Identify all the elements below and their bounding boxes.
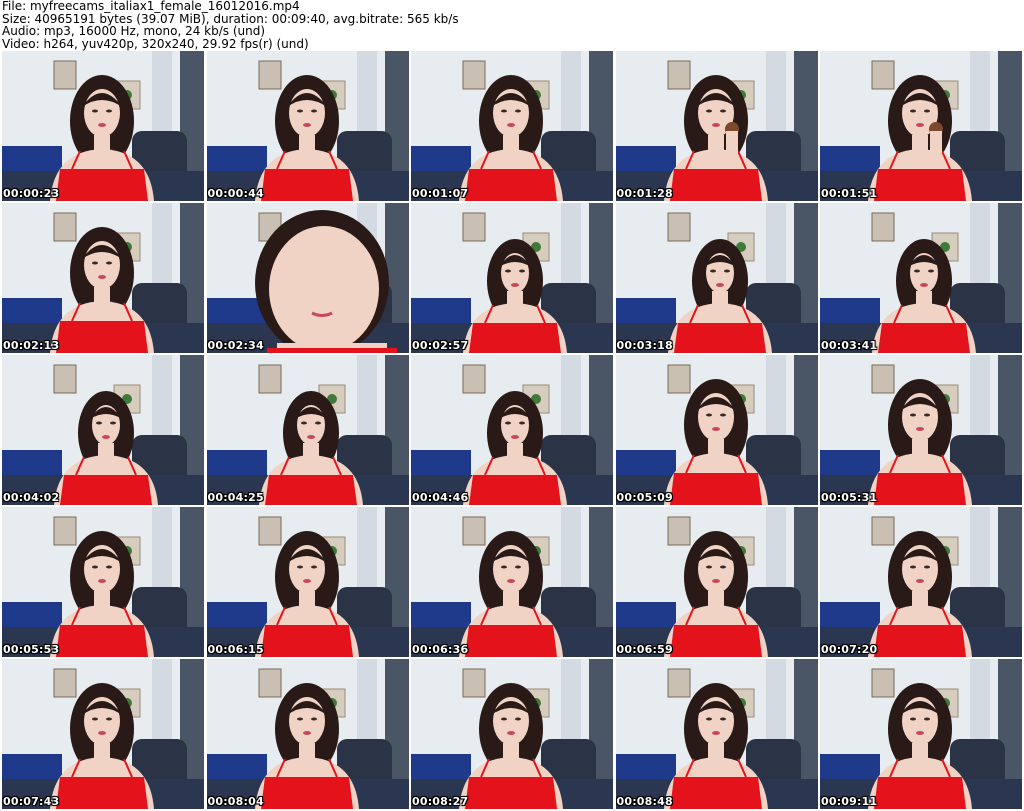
- thumbnail-frame-image: [206, 203, 409, 353]
- thumbnail-timestamp: 00:03:18: [616, 339, 673, 352]
- thumbnail-timestamp: 00:06:15: [207, 643, 264, 656]
- thumbnail-timestamp: 00:02:57: [412, 339, 469, 352]
- thumbnail-frame-image: [411, 51, 613, 201]
- thumbnail-timestamp: 00:01:51: [821, 187, 878, 200]
- thumbnail-frame-image: [411, 203, 613, 353]
- thumbnail-timestamp: 00:04:46: [412, 491, 469, 504]
- file-info-header: File: myfreecams_italiax1_female_1601201…: [2, 0, 1022, 50]
- thumbnail-timestamp: 00:00:23: [3, 187, 60, 200]
- video-thumbnail: 00:02:13: [2, 203, 204, 353]
- thumbnail-timestamp: 00:06:36: [412, 643, 469, 656]
- thumbnail-timestamp: 00:04:02: [3, 491, 60, 504]
- thumbnail-frame-image: [2, 659, 204, 809]
- video-thumbnail: 00:09:11: [820, 659, 1022, 809]
- thumbnail-frame-image: [2, 355, 204, 505]
- video-thumbnail: 00:03:41: [820, 203, 1022, 353]
- thumbnail-frame-image: [411, 507, 613, 657]
- thumbnail-timestamp: 00:07:20: [821, 643, 878, 656]
- thumbnail-frame-image: [615, 355, 818, 505]
- thumbnail-timestamp: 00:05:31: [821, 491, 878, 504]
- thumbnail-timestamp: 00:05:53: [3, 643, 60, 656]
- thumbnail-timestamp: 00:07:43: [3, 795, 60, 808]
- video-info-line: Video: h264, yuv420p, 320x240, 29.92 fps…: [2, 36, 309, 51]
- thumbnail-frame-image: [820, 51, 1022, 201]
- thumbnail-frame-image: [2, 507, 204, 657]
- thumbnail-timestamp: 00:08:48: [616, 795, 673, 808]
- video-thumbnail: 00:05:09: [615, 355, 818, 505]
- file-name-line: File: myfreecams_italiax1_female_1601201…: [2, 0, 300, 13]
- video-thumbnail: 00:04:25: [206, 355, 409, 505]
- thumbnail-timestamp: 00:04:25: [207, 491, 264, 504]
- thumbnail-frame-image: [2, 203, 204, 353]
- thumbnail-frame-image: [820, 355, 1022, 505]
- thumbnail-grid: 00:00:23 00:00:44 00:01:07 00:01:28 00:01:51…: [2, 51, 1022, 809]
- thumbnail-frame-image: [206, 659, 409, 809]
- video-thumbnail: 00:01:51: [820, 51, 1022, 201]
- thumbnail-frame-image: [2, 51, 204, 201]
- video-thumbnail: 00:05:31: [820, 355, 1022, 505]
- thumbnail-frame-image: [206, 355, 409, 505]
- thumbnail-timestamp: 00:02:34: [207, 339, 264, 352]
- video-thumbnail: 00:06:36: [411, 507, 613, 657]
- thumbnail-frame-image: [615, 507, 818, 657]
- video-thumbnail: 00:06:15: [206, 507, 409, 657]
- thumbnail-frame-image: [411, 355, 613, 505]
- thumbnail-frame-image: [411, 659, 613, 809]
- video-thumbnail: 00:08:04: [206, 659, 409, 809]
- thumbnail-timestamp: 00:08:04: [207, 795, 264, 808]
- thumbnail-frame-image: [820, 203, 1022, 353]
- thumbnail-timestamp: 00:09:11: [821, 795, 878, 808]
- video-thumbnail: 00:01:07: [411, 51, 613, 201]
- thumbnail-frame-image: [206, 51, 409, 201]
- video-thumbnail: 00:03:18: [615, 203, 818, 353]
- thumbnail-frame-image: [615, 659, 818, 809]
- thumbnail-timestamp: 00:01:28: [616, 187, 673, 200]
- video-thumbnail: 00:02:57: [411, 203, 613, 353]
- video-thumbnail: 00:00:44: [206, 51, 409, 201]
- thumbnail-frame-image: [820, 659, 1022, 809]
- video-thumbnail: 00:00:23: [2, 51, 204, 201]
- audio-info-line: Audio: mp3, 16000 Hz, mono, 24 kb/s (und…: [2, 24, 266, 38]
- thumbnail-frame-image: [820, 507, 1022, 657]
- video-thumbnail: 00:08:27: [411, 659, 613, 809]
- thumbnail-timestamp: 00:03:41: [821, 339, 878, 352]
- video-thumbnail: 00:07:20: [820, 507, 1022, 657]
- video-thumbnail: 00:07:43: [2, 659, 204, 809]
- thumbnail-frame-image: [615, 203, 818, 353]
- video-thumbnail: 00:04:02: [2, 355, 204, 505]
- thumbnail-timestamp: 00:08:27: [412, 795, 469, 808]
- thumbnail-frame-image: [615, 51, 818, 201]
- video-thumbnail: 00:05:53: [2, 507, 204, 657]
- thumbnail-timestamp: 00:00:44: [207, 187, 264, 200]
- thumbnail-timestamp: 00:05:09: [616, 491, 673, 504]
- video-thumbnail: 00:02:34: [206, 203, 409, 353]
- thumbnail-timestamp: 00:02:13: [3, 339, 60, 352]
- video-thumbnail: 00:04:46: [411, 355, 613, 505]
- video-thumbnail: 00:06:59: [615, 507, 818, 657]
- video-thumbnail: 00:01:28: [615, 51, 818, 201]
- thumbnail-frame-image: [206, 507, 409, 657]
- thumbnail-timestamp: 00:06:59: [616, 643, 673, 656]
- thumbnail-timestamp: 00:01:07: [412, 187, 469, 200]
- video-thumbnail: 00:08:48: [615, 659, 818, 809]
